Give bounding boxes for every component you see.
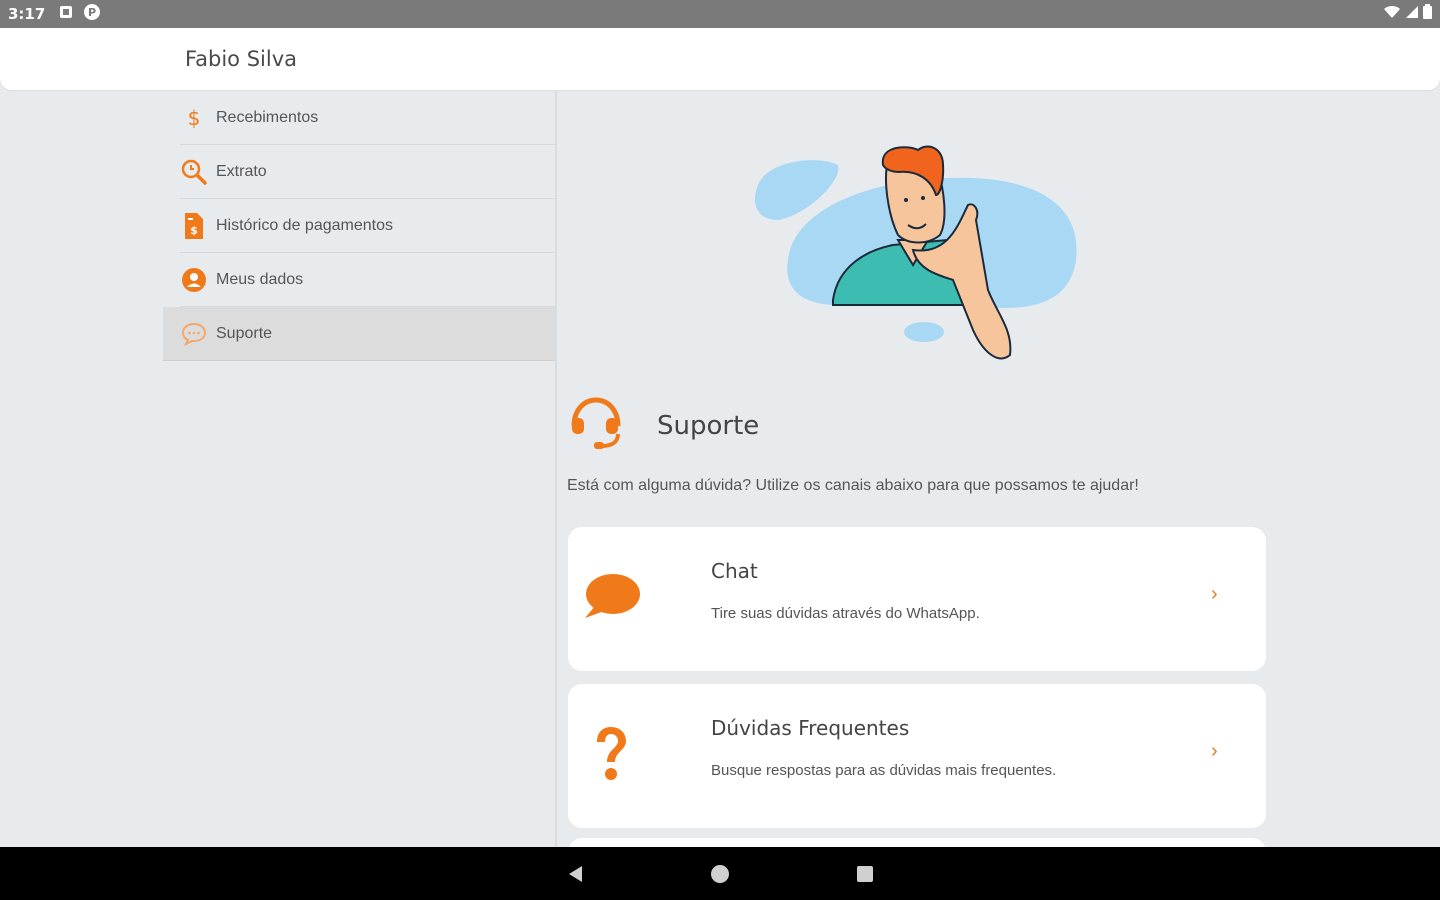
status-bar: 3:17 P	[0, 0, 1440, 28]
system-nav-bar	[0, 847, 1440, 900]
sidebar-item-meus-dados[interactable]: Meus dados	[180, 253, 555, 307]
sidebar-item-extrato[interactable]: Extrato	[180, 145, 555, 199]
faq-card[interactable]: Dúvidas Frequentes Busque respostas para…	[568, 684, 1266, 828]
question-mark-icon	[576, 724, 646, 784]
sidebar-item-recebimentos[interactable]: $ Recebimentos	[180, 91, 555, 145]
speech-bubble-icon	[576, 567, 646, 627]
panel-divider	[555, 91, 557, 847]
chevron-right-icon: ›	[1211, 740, 1218, 762]
chevron-right-icon: ›	[1211, 583, 1218, 605]
svg-text:P: P	[88, 6, 96, 19]
sidebar-item-label: Histórico de pagamentos	[216, 216, 393, 234]
sidebar-item-label: Recebimentos	[216, 108, 319, 126]
dollar-icon: $	[180, 104, 208, 132]
chat-bubble-icon	[180, 320, 208, 348]
sidebar-item-suporte[interactable]: Suporte	[163, 307, 555, 361]
card-title: Dúvidas Frequentes	[711, 716, 910, 740]
user-icon	[180, 266, 208, 294]
battery-icon	[1423, 4, 1432, 24]
notification-icon	[59, 5, 73, 24]
search-clock-icon	[180, 158, 208, 186]
recents-icon[interactable]	[849, 847, 881, 900]
home-icon[interactable]	[704, 847, 736, 900]
sidebar: $ Recebimentos Extrato $ Histórico de pa…	[163, 91, 555, 361]
sidebar-item-label: Suporte	[216, 324, 273, 342]
headset-icon	[566, 394, 624, 452]
sidebar-item-label: Extrato	[216, 162, 267, 180]
support-illustration	[748, 140, 1088, 365]
svg-text:$: $	[188, 107, 201, 129]
status-time: 3:17	[8, 5, 46, 23]
app-notification-icon: P	[83, 3, 101, 26]
card-subtitle: Busque respostas para as dúvidas mais fr…	[711, 762, 1057, 779]
payment-document-icon: $	[180, 212, 208, 240]
sidebar-item-historico[interactable]: $ Histórico de pagamentos	[180, 199, 555, 253]
app-header: Fabio Silva	[0, 28, 1440, 90]
signal-icon	[1405, 5, 1419, 24]
page-description: Está com alguma dúvida? Utilize os canai…	[567, 477, 1139, 494]
chat-card[interactable]: Chat Tire suas dúvidas através do WhatsA…	[568, 527, 1266, 671]
user-name: Fabio Silva	[185, 47, 298, 71]
wifi-icon	[1383, 5, 1401, 24]
back-icon[interactable]	[560, 847, 592, 900]
card-subtitle: Tire suas dúvidas através do WhatsApp.	[711, 605, 980, 622]
sidebar-item-label: Meus dados	[216, 270, 304, 288]
svg-text:$: $	[190, 224, 198, 237]
page-title: Suporte	[657, 411, 760, 441]
card-title: Chat	[711, 559, 758, 583]
